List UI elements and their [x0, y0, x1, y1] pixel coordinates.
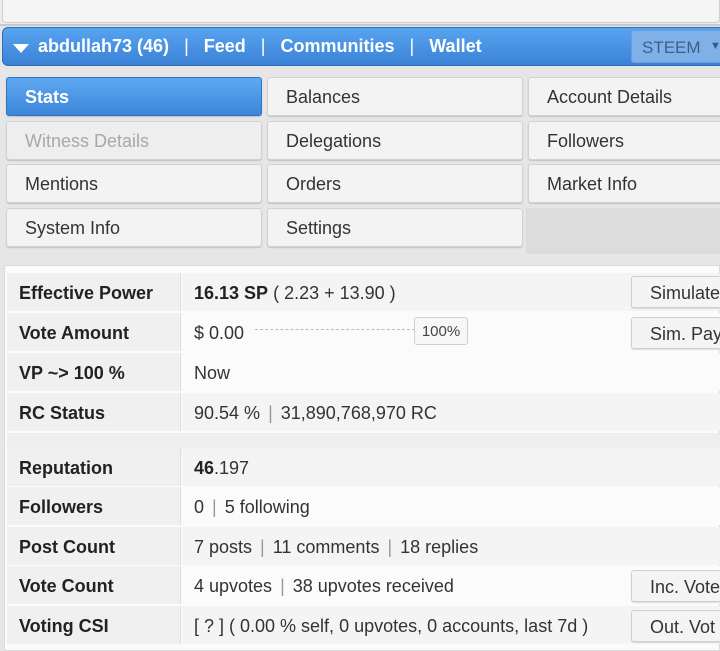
stat-label: Reputation: [7, 448, 181, 486]
following-count: 5 following: [224, 497, 310, 517]
tab-witness-details[interactable]: Witness Details: [6, 121, 262, 160]
header-nav: abdullah73 (46) | Feed | Communities | W…: [38, 36, 482, 57]
tab-mentions[interactable]: Mentions: [6, 164, 262, 203]
stat-label: Effective Power: [7, 273, 181, 311]
communities-link[interactable]: Communities: [281, 36, 395, 57]
stat-row-reputation: Reputation 46.197: [7, 448, 720, 486]
sim-payout-button[interactable]: Sim. Payo: [631, 317, 720, 349]
vp-value: Now: [182, 353, 720, 391]
outgoing-votes-button[interactable]: Out. Vot: [631, 610, 720, 642]
effective-power-value: 16.13 SP: [194, 283, 269, 303]
top-strip: [0, 0, 720, 26]
tab-grid: Stats Balances Account Details Witness D…: [0, 70, 720, 260]
stat-label: VP ~> 100 %: [7, 353, 181, 391]
nav-separator: |: [260, 36, 266, 56]
rc-percent: 90.54 %: [194, 403, 261, 423]
top-strip-inner: [2, 0, 720, 23]
nav-separator: |: [184, 36, 189, 56]
stat-row-vote-count: Vote Count 4 upvotes | 38 upvotes received…: [7, 566, 720, 604]
rc-amount: 31,890,768,970 RC: [280, 403, 437, 423]
tab-account-details[interactable]: Account Details: [528, 77, 720, 116]
stat-label: Post Count: [7, 527, 181, 565]
vote-weight-slider-handle[interactable]: 100%: [414, 317, 468, 345]
stat-row-voting-csi: Voting CSI [ ? ] ( 0.00 % self, 0 upvote…: [7, 606, 720, 644]
tab-orders[interactable]: Orders: [267, 164, 523, 203]
currency-select-value: STEEM: [642, 38, 701, 57]
currency-select[interactable]: STEEM ▼: [631, 30, 720, 63]
tab-grid-filler: [526, 208, 720, 254]
value-separator: |: [212, 497, 217, 517]
stat-label: Vote Amount: [7, 313, 181, 351]
stat-label: RC Status: [7, 393, 181, 431]
reputation-frac: .197: [214, 458, 250, 478]
nav-separator: |: [409, 36, 415, 56]
effective-power-detail: ( 2.23 + 13.90 ): [273, 283, 396, 303]
chevron-down-icon: ▼: [710, 40, 720, 52]
header-bar: abdullah73 (46) | Feed | Communities | W…: [2, 27, 720, 66]
upvotes-count: 4 upvotes: [194, 576, 273, 596]
tab-stats[interactable]: Stats: [6, 77, 262, 116]
vote-amount-value: $ 0.00: [194, 323, 245, 343]
stat-value: 7 posts | 11 comments | 18 replies: [182, 527, 720, 565]
collapse-caret-icon[interactable]: [13, 44, 29, 53]
stat-row-vote-amount: Vote Amount $ 0.00 100% Sim. Payo: [7, 313, 720, 351]
stat-row-vp: VP ~> 100 % Now: [7, 353, 720, 391]
tab-system-info[interactable]: System Info: [6, 208, 262, 247]
tab-balances[interactable]: Balances: [267, 77, 523, 116]
stat-row-effective-power: Effective Power 16.13 SP ( 2.23 + 13.90 …: [7, 273, 720, 311]
stat-label: Vote Count: [7, 566, 181, 604]
stat-value: 0 | 5 following: [182, 487, 720, 525]
stat-value: 46.197: [182, 448, 720, 486]
posts-count: 7 posts: [194, 537, 253, 557]
stat-label: Voting CSI: [7, 606, 181, 644]
wallet-link[interactable]: Wallet: [429, 36, 481, 57]
stat-row-followers: Followers 0 | 5 following: [7, 487, 720, 525]
tab-delegations[interactable]: Delegations: [267, 121, 523, 160]
upvotes-received: 38 upvotes received: [292, 576, 454, 596]
stat-label: Followers: [7, 487, 181, 525]
stat-row-rc-status: RC Status 90.54 % | 31,890,768,970 RC: [7, 393, 720, 431]
feed-link[interactable]: Feed: [204, 36, 246, 57]
value-separator: |: [268, 403, 273, 423]
replies-count: 18 replies: [400, 537, 479, 557]
value-separator: |: [260, 537, 265, 557]
tab-settings[interactable]: Settings: [267, 208, 523, 247]
stats-panel: Effective Power 16.13 SP ( 2.23 + 13.90 …: [4, 265, 720, 651]
simulate-button[interactable]: Simulate: [631, 276, 720, 308]
account-link[interactable]: abdullah73 (46): [38, 36, 169, 57]
tab-followers[interactable]: Followers: [528, 121, 720, 160]
followers-count: 0: [194, 497, 205, 517]
incoming-votes-button[interactable]: Inc. Vote: [631, 570, 720, 602]
value-separator: |: [280, 576, 285, 596]
comments-count: 11 comments: [272, 537, 380, 557]
value-separator: |: [387, 537, 393, 557]
stat-value: 90.54 % | 31,890,768,970 RC: [182, 393, 720, 431]
reputation-int: 46: [194, 458, 215, 478]
vote-weight-slider-track[interactable]: [255, 329, 415, 330]
stat-row-post-count: Post Count 7 posts | 11 comments | 18 replie…: [7, 527, 720, 565]
tab-market-info[interactable]: Market Info: [528, 164, 720, 203]
